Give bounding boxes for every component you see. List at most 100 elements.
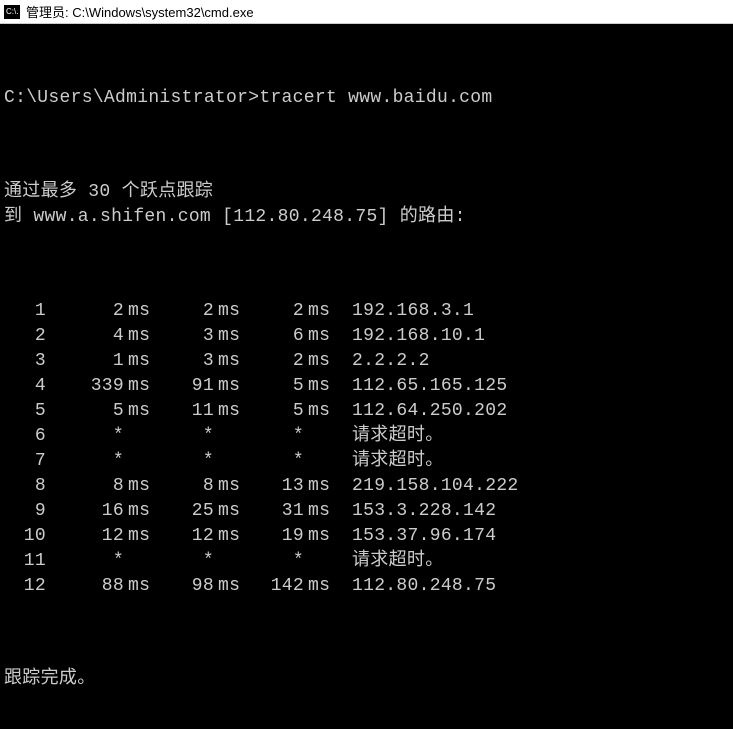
hop-time3: 142 [244,574,304,599]
hop-time3: 5 [244,399,304,424]
hop-time2: * [154,549,214,574]
hop-unit2: ms [214,324,244,349]
trace-complete: 跟踪完成。 [4,667,729,692]
hop-unit2: ms [214,399,244,424]
hop-host: 2.2.2.2 [334,349,430,374]
terminal-output[interactable]: C:\Users\Administrator>tracert www.baidu… [0,24,733,729]
hop-unit1: ms [124,574,154,599]
hop-time2: * [154,449,214,474]
hop-time2: 91 [154,374,214,399]
hop-unit1: ms [124,349,154,374]
hop-number: 6 [4,424,46,449]
hop-time2: 25 [154,499,214,524]
hop-row: 55ms11ms5ms112.64.250.202 [4,399,729,424]
hop-unit1: ms [124,474,154,499]
command-line: C:\Users\Administrator>tracert www.baidu… [4,86,729,111]
hop-time2: 2 [154,299,214,324]
hop-time1: 4 [46,324,124,349]
hop-unit3: ms [304,349,334,374]
hop-row: 1288ms98ms142ms112.80.248.75 [4,574,729,599]
hop-host: 112.65.165.125 [334,374,507,399]
hop-time1: 88 [46,574,124,599]
hop-unit3: ms [304,574,334,599]
hop-time2: 3 [154,349,214,374]
hop-row: 88ms8ms13ms219.158.104.222 [4,474,729,499]
hop-number: 1 [4,299,46,324]
hop-unit1: ms [124,374,154,399]
hop-row: 1012ms12ms19ms153.37.96.174 [4,524,729,549]
hop-unit1: ms [124,299,154,324]
hop-time2: 8 [154,474,214,499]
hop-time3: 5 [244,374,304,399]
hop-number: 4 [4,374,46,399]
hop-row: 7***请求超时。 [4,449,729,474]
hop-time2: 11 [154,399,214,424]
hop-row: 24ms3ms6ms192.168.10.1 [4,324,729,349]
hop-number: 11 [4,549,46,574]
hop-time3: * [244,449,304,474]
hop-time3: 19 [244,524,304,549]
hop-number: 7 [4,449,46,474]
hop-time2: 98 [154,574,214,599]
hop-host: 192.168.10.1 [334,324,485,349]
window-title: 管理员: C:\Windows\system32\cmd.exe [26,2,254,21]
trace-header-line1: 通过最多 30 个跃点跟踪 [4,180,729,205]
hop-time1: * [46,449,124,474]
hop-number: 10 [4,524,46,549]
hop-unit3: ms [304,299,334,324]
hop-row: 916ms25ms31ms153.3.228.142 [4,499,729,524]
hop-host: 请求超时。 [334,424,444,449]
hop-time3: 2 [244,299,304,324]
hop-unit1: ms [124,499,154,524]
hop-time1: * [46,549,124,574]
hop-unit2: ms [214,524,244,549]
hop-time1: 339 [46,374,124,399]
hop-time1: 5 [46,399,124,424]
hop-row: 12ms2ms2ms192.168.3.1 [4,299,729,324]
hop-time3: 6 [244,324,304,349]
hop-unit1: ms [124,324,154,349]
hop-host: 请求超时。 [334,549,444,574]
hop-time2: 12 [154,524,214,549]
hop-number: 9 [4,499,46,524]
hop-host: 219.158.104.222 [334,474,519,499]
hop-time2: 3 [154,324,214,349]
hop-unit3: ms [304,524,334,549]
cmd-icon: C:\. [4,5,20,19]
hop-host: 192.168.3.1 [334,299,474,324]
hop-host: 153.3.228.142 [334,499,496,524]
hop-unit2: ms [214,349,244,374]
hop-number: 2 [4,324,46,349]
hop-time1: 12 [46,524,124,549]
hop-time1: * [46,424,124,449]
hop-time3: * [244,424,304,449]
hop-time3: 31 [244,499,304,524]
hop-time1: 8 [46,474,124,499]
hop-row: 31ms3ms2ms2.2.2.2 [4,349,729,374]
hop-time1: 2 [46,299,124,324]
hop-unit3: ms [304,474,334,499]
hop-table: 12ms2ms2ms192.168.3.124ms3ms6ms192.168.1… [4,299,729,599]
hop-host: 112.80.248.75 [334,574,496,599]
hop-unit1: ms [124,399,154,424]
hop-unit3: ms [304,499,334,524]
hop-row: 11***请求超时。 [4,549,729,574]
trace-header-line2: 到 www.a.shifen.com [112.80.248.75] 的路由: [4,205,729,230]
hop-row: 4339ms91ms5ms112.65.165.125 [4,374,729,399]
hop-time1: 1 [46,349,124,374]
hop-number: 12 [4,574,46,599]
hop-unit2: ms [214,499,244,524]
prompt-command: tracert www.baidu.com [259,88,492,108]
hop-host: 112.64.250.202 [334,399,507,424]
trace-header: 通过最多 30 个跃点跟踪到 www.a.shifen.com [112.80.… [4,180,729,230]
hop-time3: * [244,549,304,574]
hop-time1: 16 [46,499,124,524]
hop-time2: * [154,424,214,449]
hop-unit2: ms [214,574,244,599]
cmd-icon-text: C:\. [6,8,18,16]
hop-number: 8 [4,474,46,499]
hop-number: 3 [4,349,46,374]
hop-number: 5 [4,399,46,424]
window-titlebar[interactable]: C:\. 管理员: C:\Windows\system32\cmd.exe [0,0,733,24]
hop-unit1: ms [124,524,154,549]
